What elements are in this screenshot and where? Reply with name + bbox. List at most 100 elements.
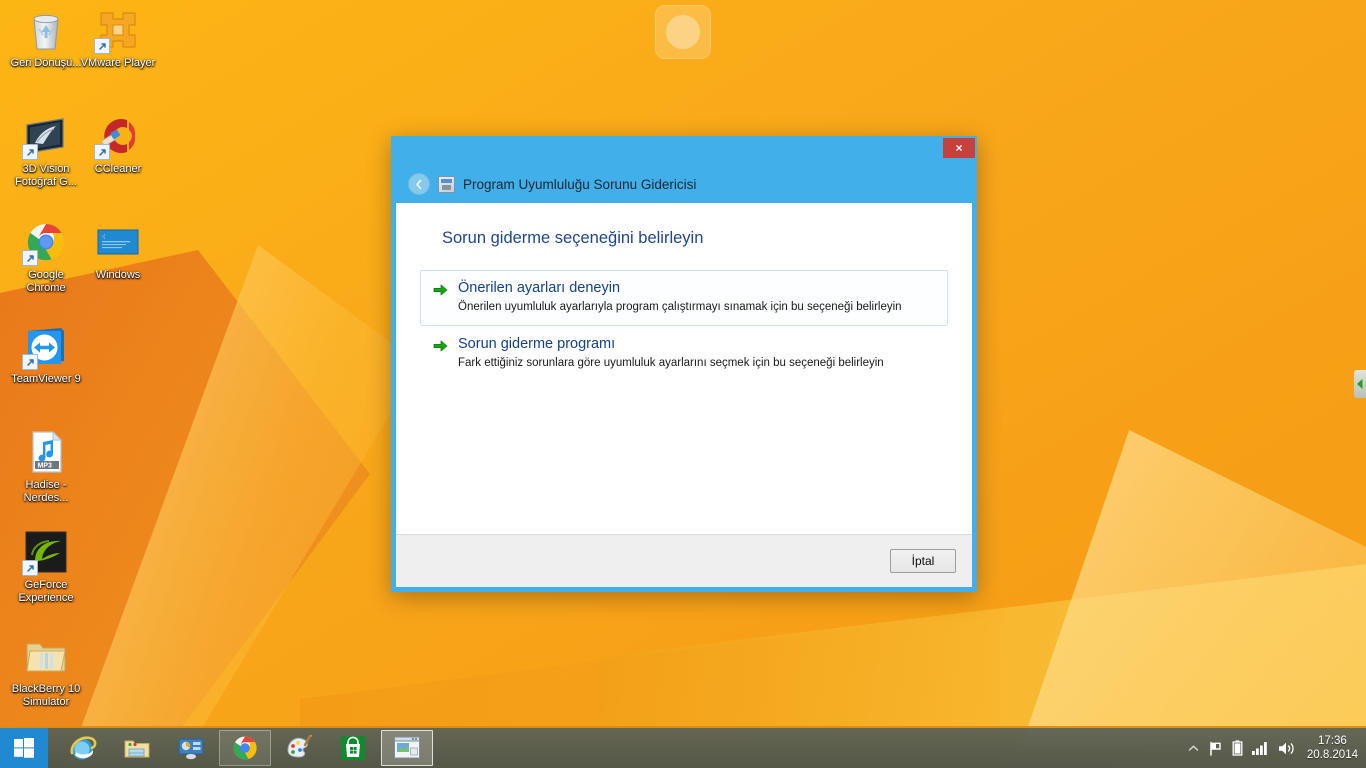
desktop-icon-label: 3D Vision Fotoğraf G...	[15, 163, 77, 188]
clock[interactable]: 17:36 20.8.2014	[1305, 734, 1358, 762]
action-center-button[interactable]	[1208, 741, 1223, 756]
desktop-icon-label: Geri Dönüşü...	[10, 57, 82, 69]
store-icon	[341, 736, 365, 760]
desktop-icon-label: TeamViewer 9	[11, 373, 81, 385]
troubleshoot-option-2[interactable]: Sorun giderme programı Fark ettiğiniz so…	[420, 326, 948, 382]
program-compatibility-dialog[interactable]: × Program Uyumluluğu Sorunu Gidericisi S…	[391, 136, 977, 592]
ccleaner-icon	[94, 112, 142, 160]
folder-icon	[22, 632, 70, 680]
teamviewer-icon	[22, 322, 70, 370]
page-heading: Sorun giderme seçeneğini belirleyin	[442, 229, 704, 247]
network-button[interactable]	[1251, 741, 1269, 755]
desktop-icon-label: CCleaner	[94, 163, 142, 175]
vmware-icon	[94, 6, 142, 54]
speaker-icon	[1278, 742, 1294, 754]
shortcut-overlay-icon	[22, 250, 38, 266]
taskbar-item-control-panel[interactable]	[165, 730, 217, 766]
wallpaper-badge	[655, 5, 711, 59]
chevron-up-icon	[1188, 745, 1199, 751]
desktop-icon-hadise-mp3[interactable]: MP3 Hadise - Nerdes...	[8, 428, 84, 504]
shortcut-overlay-icon	[22, 560, 38, 576]
geforce-icon	[22, 528, 70, 576]
desktop-icon-3d-vision-viewer[interactable]: 3D Vision Fotoğraf G...	[8, 112, 84, 188]
chrome-icon	[22, 218, 70, 266]
green-arrow-icon	[433, 339, 448, 371]
start-button[interactable]	[0, 728, 48, 768]
desktop-icon-vmware-player[interactable]: VMware Player	[80, 6, 156, 70]
option-title: Önerilen ayarları deneyin	[458, 280, 621, 296]
taskbar-item-paint[interactable]	[273, 730, 325, 766]
bsod-image-icon: :(	[94, 218, 142, 266]
clock-date: 20.8.2014	[1306, 749, 1358, 761]
signal-bars-icon	[1251, 742, 1267, 755]
desktop-icon-label: Hadise - Nerdes...	[23, 479, 69, 504]
back-arrow-icon	[415, 179, 421, 189]
battery-icon	[1232, 740, 1243, 756]
wallpaper-badge-circle	[666, 15, 700, 49]
green-arrow-icon	[433, 283, 448, 315]
desktop-icon-ccleaner[interactable]: CCleaner	[80, 112, 156, 176]
taskbar-item-internet-explorer[interactable]	[57, 730, 109, 766]
back-button[interactable]	[408, 173, 430, 195]
arrow-left-icon	[1357, 379, 1363, 389]
volume-button[interactable]	[1278, 741, 1296, 756]
windows-logo-icon	[14, 738, 34, 758]
dialog-title-bar: × Program Uyumluluğu Sorunu Gidericisi	[396, 138, 975, 203]
option-title: Sorun giderme programı	[458, 336, 616, 352]
control-panel-icon	[178, 738, 204, 760]
photo-viewer-icon	[22, 112, 70, 160]
mp3-file-icon: MP3	[32, 430, 63, 473]
shortcut-overlay-icon	[94, 144, 110, 160]
mp3-file-icon: MP3	[22, 428, 70, 476]
desktop-icon-google-chrome[interactable]: Google Chrome	[8, 218, 84, 294]
dialog-footer: İptal	[396, 534, 972, 587]
close-icon: ×	[955, 141, 963, 155]
battery-button[interactable]	[1232, 740, 1243, 756]
dialog-title: Program Uyumluluğu Sorunu Gidericisi	[463, 176, 697, 192]
troubleshoot-option-list: Önerilen ayarları deneyin Önerilen uyuml…	[396, 270, 972, 382]
dialog-body: Sorun giderme seçeneğini belirleyin Öner…	[396, 203, 972, 534]
compat-window-icon	[394, 736, 420, 759]
desktop-icon-label: GeForce Experience	[18, 579, 74, 604]
clock-time: 17:36	[1318, 735, 1347, 747]
folder-explorer-icon	[124, 740, 150, 758]
shortcut-overlay-icon	[22, 354, 38, 370]
taskbar[interactable]: 17:36 20.8.2014	[0, 726, 1366, 768]
desktop-icon-label: BlackBerry 10 Simulator	[11, 683, 81, 708]
desktop-icon-label: Google Chrome	[26, 269, 66, 294]
system-tray: 17:36 20.8.2014	[1188, 728, 1366, 768]
desktop-icon-geforce-experience[interactable]: GeForce Experience	[8, 528, 84, 604]
flag-icon	[1210, 741, 1221, 756]
desktop-icon-blackberry-sim[interactable]: BlackBerry 10 Simulator	[8, 632, 84, 708]
shortcut-overlay-icon	[22, 144, 38, 160]
svg-text:MP3: MP3	[38, 462, 53, 469]
recycle-bin-icon	[22, 6, 70, 54]
desktop-icon-teamviewer-9[interactable]: TeamViewer 9	[8, 322, 84, 386]
shortcut-overlay-icon	[94, 38, 110, 54]
taskbar-item-windows-store[interactable]	[327, 730, 379, 766]
desktop-icon-windows-image[interactable]: :( Windows	[80, 218, 156, 282]
chrome-icon	[233, 736, 257, 760]
show-hidden-icons-button[interactable]	[1188, 744, 1199, 753]
option-description: Önerilen uyumluluk ayarlarıyla program ç…	[458, 301, 902, 313]
folder-icon	[26, 643, 66, 672]
desktop-icon-label: VMware Player	[80, 57, 156, 69]
desktop-icon-label: Windows	[95, 269, 141, 281]
taskbar-item-group	[56, 730, 434, 766]
taskbar-item-google-chrome[interactable]	[219, 730, 271, 766]
app-icon	[438, 175, 455, 193]
screen-edge-tab[interactable]	[1354, 370, 1366, 398]
taskbar-item-program-compatibility[interactable]	[381, 730, 433, 766]
bsod-image-icon: :(	[97, 229, 139, 255]
ie-icon	[70, 736, 97, 760]
paint-icon	[287, 734, 312, 758]
svg-text::(: :(	[102, 234, 105, 240]
option-description: Fark ettiğiniz sorunlara göre uyumluluk …	[458, 357, 884, 369]
dialog-nav-row: Program Uyumluluğu Sorunu Gidericisi	[396, 173, 696, 195]
close-button[interactable]: ×	[943, 138, 975, 158]
desktop-icon-recycle-bin[interactable]: Geri Dönüşü...	[8, 6, 84, 70]
cancel-button[interactable]: İptal	[890, 549, 956, 573]
taskbar-item-file-explorer[interactable]	[111, 730, 163, 766]
troubleshoot-option-1[interactable]: Önerilen ayarları deneyin Önerilen uyuml…	[420, 270, 948, 326]
recycle-bin-icon	[33, 14, 59, 50]
